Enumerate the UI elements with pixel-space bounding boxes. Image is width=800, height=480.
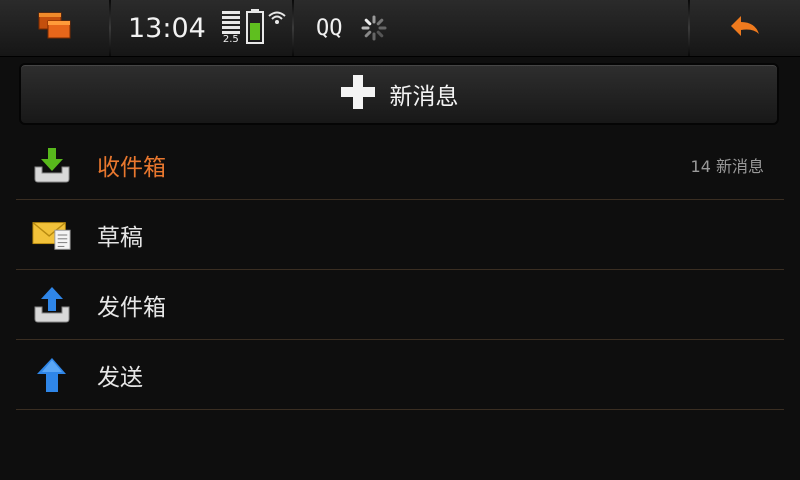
- task-switcher-icon: [37, 11, 73, 45]
- plus-icon: [340, 74, 376, 114]
- clock: 13:04: [128, 12, 206, 44]
- signal-strength-icon: 2.5: [221, 11, 240, 45]
- back-arrow-icon: [729, 14, 761, 42]
- app-title-area[interactable]: QQ: [296, 0, 686, 56]
- loading-spinner-icon: [361, 15, 387, 41]
- new-message-label: 新消息: [389, 84, 459, 110]
- back-button[interactable]: [690, 0, 800, 56]
- sent-icon: [32, 355, 72, 395]
- new-message-button[interactable]: 新消息: [19, 63, 779, 125]
- folder-item-drafts[interactable]: 草稿: [16, 200, 784, 270]
- status-indicators[interactable]: 13:04 2.5: [112, 0, 292, 56]
- folder-label-drafts: 草稿: [97, 224, 143, 251]
- status-bar: 13:04 2.5 QQ: [0, 0, 800, 57]
- folder-item-sent[interactable]: 发送: [16, 340, 784, 410]
- wifi-icon: [268, 10, 286, 30]
- task-switcher-button[interactable]: [0, 0, 110, 56]
- folder-list: 收件箱 14 新消息 草稿 发件箱 发送: [16, 130, 784, 410]
- folder-label-sent: 发送: [97, 364, 143, 391]
- unread-count: 14 新消息: [690, 156, 764, 176]
- folder-item-inbox[interactable]: 收件箱 14 新消息: [16, 130, 784, 200]
- inbox-icon: [32, 145, 72, 185]
- folder-label-outbox: 发件箱: [97, 294, 166, 321]
- drafts-icon: [32, 215, 72, 255]
- outbox-icon: [32, 285, 72, 325]
- battery-icon: [245, 8, 264, 48]
- network-type-label: 2.5: [222, 34, 239, 45]
- folder-label-inbox: 收件箱: [97, 154, 166, 181]
- account-title: QQ: [316, 15, 343, 41]
- folder-item-outbox[interactable]: 发件箱: [16, 270, 784, 340]
